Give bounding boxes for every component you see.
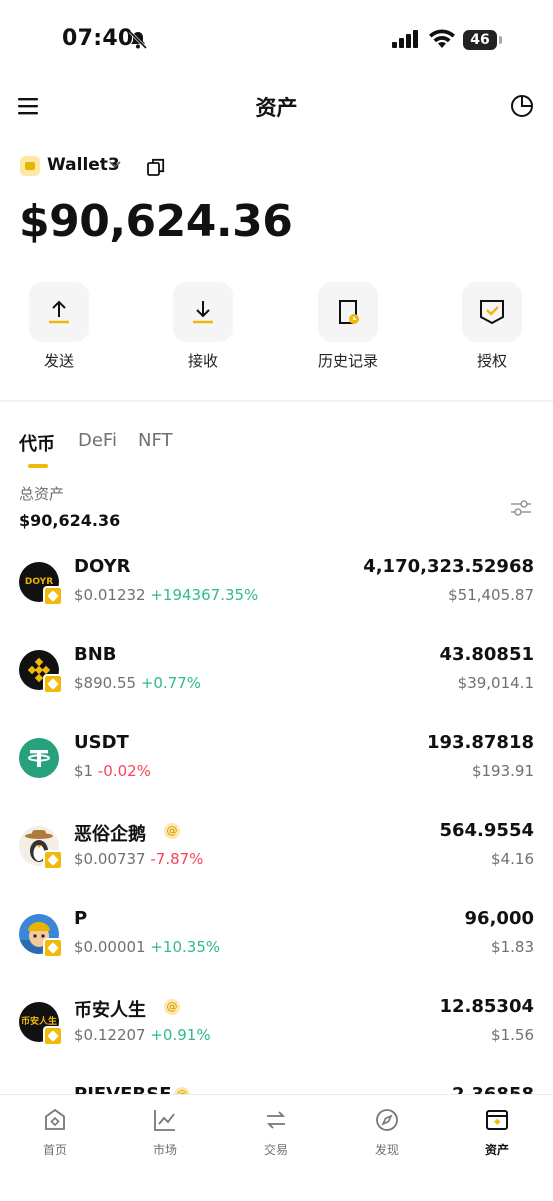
token-price: $0.01232	[74, 586, 146, 604]
token-usd-value: $39,014.1	[457, 674, 534, 692]
token-row-doyr[interactable]: DOYR DOYR $0.01232 +194367.35% 4,170,323…	[0, 542, 553, 630]
battery-icon: 46	[463, 30, 503, 50]
token-usd-value: $51,405.87	[448, 586, 534, 604]
token-usd-value: $1.56	[491, 1026, 534, 1044]
bottom-navigation: 首页 市场 交易 发现 资产	[0, 1094, 553, 1201]
pie-chart-icon[interactable]	[510, 94, 534, 118]
token-amount: 43.80851	[439, 644, 534, 665]
token-row-binance-life[interactable]: 币安人生 币安人生 @ $0.12207 +0.91% 12.85304 $1.…	[0, 982, 553, 1070]
token-amount: 4,170,323.52968	[363, 556, 534, 577]
nav-assets-label: 资产	[484, 1143, 509, 1157]
contract-tag-icon: @	[164, 823, 180, 839]
compass-icon	[376, 1109, 398, 1131]
nav-trade-label: 交易	[263, 1143, 288, 1157]
token-name: DOYR	[74, 556, 131, 577]
home-icon	[45, 1108, 65, 1130]
token-change: +0.77%	[140, 674, 202, 692]
bnb-chain-badge	[43, 586, 63, 606]
token-price: $0.12207	[74, 1026, 146, 1044]
token-amount: 193.87818	[426, 732, 534, 753]
token-price-line: $0.00737 -7.87%	[74, 850, 203, 868]
usdt-avatar	[19, 738, 59, 778]
token-amount: 564.9554	[439, 820, 534, 841]
token-row-p[interactable]: P $0.00001 +10.35% 96,000 $1.83	[0, 894, 553, 982]
tab-defi[interactable]: DeFi	[78, 430, 117, 451]
token-row-bnb[interactable]: BNB $890.55 +0.77% 43.80851 $39,014.1	[0, 630, 553, 718]
token-price: $1	[74, 762, 94, 780]
wallet-icon[interactable]	[20, 156, 40, 176]
contract-tag-icon: @	[164, 999, 180, 1015]
total-balance: $90,624.36	[19, 196, 293, 247]
token-name: P	[74, 908, 88, 929]
signal-icon	[392, 30, 418, 48]
token-usd-value: $193.91	[471, 762, 534, 780]
send-button[interactable]: 发送	[9, 282, 109, 371]
nav-discover-label: 发现	[374, 1143, 399, 1157]
token-usd-value: $1.83	[491, 938, 534, 956]
nav-home-label: 首页	[42, 1143, 67, 1157]
token-usd-value: $4.16	[491, 850, 534, 868]
token-change: +194367.35%	[150, 586, 259, 604]
nav-home[interactable]: 首页	[0, 1107, 110, 1158]
nav-market[interactable]: 市场	[110, 1107, 220, 1158]
token-price-line: $890.55 +0.77%	[74, 674, 201, 692]
total-assets-value: $90,624.36	[19, 511, 121, 530]
token-price: $0.00001	[74, 938, 146, 956]
token-price-line: $0.12207 +0.91%	[74, 1026, 211, 1044]
token-name: 币安人生	[74, 1000, 146, 1021]
token-price-line: $0.00001 +10.35%	[74, 938, 220, 956]
market-chart-icon	[154, 1110, 175, 1131]
tab-nft[interactable]: NFT	[138, 430, 173, 451]
token-amount: 96,000	[464, 908, 534, 929]
nav-discover[interactable]: 发现	[332, 1107, 442, 1158]
bell-muted-icon	[128, 30, 148, 50]
bnb-chain-badge	[43, 938, 63, 958]
nav-assets[interactable]: 资产	[442, 1107, 552, 1158]
wifi-icon	[429, 29, 455, 48]
token-change: -7.87%	[150, 850, 204, 868]
send-label: 发送	[43, 352, 74, 370]
token-price: $0.00737	[74, 850, 146, 868]
token-row-usdt[interactable]: USDT $1 -0.02% 193.87818 $193.91	[0, 718, 553, 806]
history-icon	[339, 300, 359, 324]
trade-swap-icon	[266, 1111, 286, 1129]
authorize-button[interactable]: 授权	[442, 282, 542, 371]
nav-market-label: 市场	[152, 1143, 177, 1157]
page-title: 资产	[255, 96, 298, 120]
receive-icon	[193, 301, 213, 324]
token-change: +10.35%	[150, 938, 221, 956]
filter-settings-icon[interactable]	[510, 497, 532, 519]
chevron-down-icon[interactable]	[108, 160, 122, 170]
token-change: +0.91%	[150, 1026, 211, 1044]
tab-tokens[interactable]: 代币	[19, 430, 55, 456]
receive-label: 接收	[187, 352, 218, 370]
copy-icon[interactable]	[146, 157, 166, 177]
bnb-chain-badge	[43, 850, 63, 870]
token-row-penguin[interactable]: 恶俗企鹅 @ $0.00737 -7.87% 564.9554 $4.16	[0, 806, 553, 894]
authorize-label: 授权	[476, 352, 507, 370]
token-change: -0.02%	[97, 762, 151, 780]
history-label: 历史记录	[317, 352, 378, 370]
nav-trade[interactable]: 交易	[221, 1107, 331, 1158]
total-assets-label: 总资产	[19, 485, 65, 503]
wallet-nav-icon	[486, 1110, 508, 1130]
token-price: $890.55	[74, 674, 137, 692]
token-name: 恶俗企鹅	[74, 824, 146, 845]
token-price-line: $0.01232 +194367.35%	[74, 586, 258, 604]
send-icon	[49, 300, 69, 324]
bnb-chain-badge	[43, 1026, 63, 1046]
authorize-icon	[480, 300, 504, 325]
history-button[interactable]: 历史记录	[298, 282, 398, 371]
tether-logo-icon	[28, 750, 50, 767]
bnb-chain-badge	[43, 674, 63, 694]
section-divider	[0, 400, 553, 402]
receive-button[interactable]: 接收	[153, 282, 253, 371]
token-amount: 12.85304	[439, 996, 534, 1017]
token-name: USDT	[74, 732, 129, 753]
token-price-line: $1 -0.02%	[74, 762, 151, 780]
token-name: BNB	[74, 644, 117, 665]
active-tab-indicator	[28, 464, 48, 468]
status-time: 07:40	[62, 26, 134, 51]
battery-level: 46	[463, 30, 497, 50]
